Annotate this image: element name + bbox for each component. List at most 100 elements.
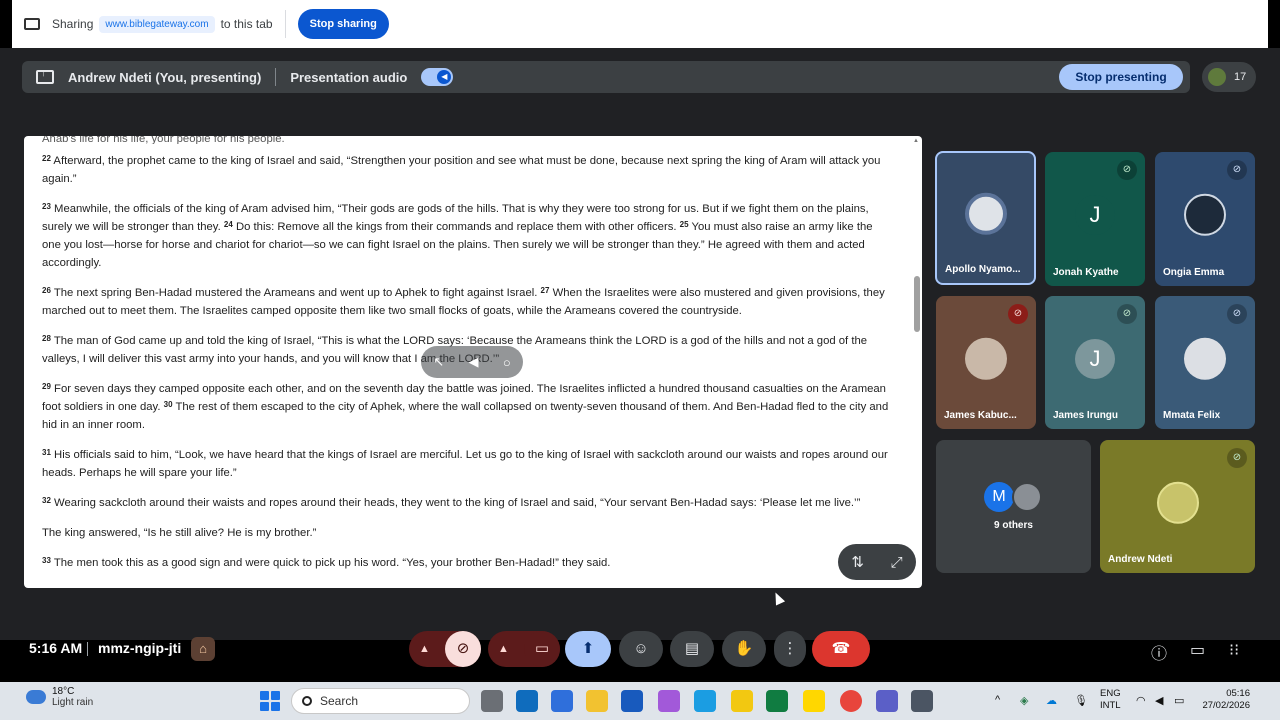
sticky-notes-icon[interactable] [803,690,825,712]
presentation-audio-label: Presentation audio [290,69,408,85]
mic-options-chevron-icon[interactable]: ▲ [419,631,430,667]
participant-name: Andrew Ndeti [1108,554,1173,565]
battery-icon[interactable]: ▭ [1174,694,1184,707]
stop-sharing-button[interactable]: Stop sharing [297,9,389,39]
verse-number: 32 [42,496,51,505]
circle-icon[interactable]: ○ [503,355,511,370]
presenter-name: Andrew Ndeti (You, presenting) [68,69,262,85]
presenting-bar: Andrew Ndeti (You, presenting) Presentat… [22,61,1190,93]
edge-icon[interactable] [694,690,716,712]
teams-icon[interactable] [876,690,898,712]
present-screen-icon: ⬆ [581,640,595,657]
participant-tile[interactable]: Apollo Nyamo... [935,151,1036,285]
mic-off-icon: ⊘ [1008,304,1028,324]
mic-off-icon: ⊘ [1227,304,1247,324]
onedrive-icon[interactable]: ☁ [1046,694,1057,707]
meeting-code: mmz-ngip-jti [98,640,182,656]
participant-name: Ongia Emma [1163,267,1225,278]
mic-off-icon: ⊘ [1227,448,1247,468]
divider [275,68,277,86]
reactions-button[interactable]: ☺ [619,631,663,667]
system-clock[interactable]: 05:16 27/02/2026 [1196,688,1250,712]
document-scrollbar[interactable] [914,276,920,332]
participant-tile[interactable]: ⊘ Mmata Felix [1155,296,1255,429]
speaker-icon: ◀ [437,70,452,84]
captions-button[interactable]: ▤ [670,631,714,667]
avatar [1184,193,1226,236]
verse-number: 24 [223,220,233,229]
present-screen-icon [36,68,54,84]
participant-tile[interactable]: ⊘ J James Irungu [1045,296,1145,429]
task-view-icon[interactable] [481,690,503,712]
shared-site: www.biblegateway.com [99,15,215,33]
present-button[interactable]: ⬆ [565,631,611,667]
weather-text: 18°C Light rain [52,686,93,708]
windows-start-icon[interactable] [260,691,280,711]
avatar [1012,482,1042,512]
verse-text: The king answered, “Is he still alive? H… [42,527,317,539]
participant-tile[interactable]: ⊘ Ongia Emma [1155,152,1255,286]
others-label: 9 others [994,520,1033,531]
outlook-icon[interactable] [516,690,538,712]
cast-icon [24,18,40,30]
verse-text: Afterward, the prophet came to the king … [42,155,881,185]
microphone-icon[interactable]: 🎙 [1074,694,1088,707]
presentation-audio-toggle[interactable]: ◀ [421,68,454,86]
show-hidden-icons-chevron-icon[interactable]: ^ [995,694,1000,706]
store-icon[interactable] [551,690,573,712]
participant-name: Mmata Felix [1163,410,1221,421]
speaker-icon[interactable]: ◀ [469,354,479,370]
taskbar-search[interactable]: Search [291,688,470,714]
chrome-icon[interactable] [840,690,862,712]
wifi-icon[interactable]: ◠ [1136,694,1146,707]
temperature: 18°C [52,686,75,697]
input-language[interactable]: ENG INTL [1100,688,1121,712]
participant-count: 17 [1234,71,1247,83]
participant-tile[interactable]: ⊘ James Kabuc... [936,296,1036,429]
leave-call-button[interactable]: ☎ [812,631,870,667]
raise-hand-button[interactable]: ✋ [722,631,766,667]
avatar: J [1075,195,1115,235]
chat-icon[interactable]: ▭ [1190,640,1205,660]
mic-toggle-button[interactable]: ⊘ [445,631,481,667]
snipping-tool-icon[interactable] [911,690,933,712]
power-bi-icon[interactable] [731,690,753,712]
pointer-icon[interactable]: ↖ [433,354,444,370]
hand-icon: ✋ [734,640,754,657]
participant-tile[interactable]: ⊘ Andrew Ndeti [1100,440,1255,573]
sharing-bar: Sharing www.biblegateway.com to this tab… [12,0,1268,48]
avatar [1184,337,1226,380]
scroll-up-arrow[interactable]: ▲ [913,138,919,144]
volume-icon[interactable]: ◀ [1155,694,1163,707]
others-tile[interactable]: M 9 others [936,440,1091,573]
camera-toggle-button[interactable]: ▭ [524,631,560,667]
language-code: ENG [1100,688,1121,699]
file-explorer-icon[interactable] [586,690,608,712]
network-app-icon[interactable]: ◈ [1020,694,1028,707]
stop-presenting-button[interactable]: Stop presenting [1059,64,1183,90]
excel-icon[interactable] [766,690,788,712]
others-avatars: M [984,482,1044,512]
camera-options-chevron-icon[interactable]: ▲ [498,631,509,667]
host-controls-icon[interactable]: ⌂ [191,637,215,661]
expand-icon[interactable]: ⤢ [891,554,903,571]
participant-tile[interactable]: ⊘ J Jonah Kyathe [1045,152,1145,286]
verse-number: 22 [42,154,51,163]
cut-off-line: Ahab's life for his life, your people fo… [42,136,285,144]
verse-paragraph: 33 The men took this as a good sign and … [42,554,894,572]
activities-icon[interactable]: ⁝⁝ [1229,640,1239,660]
swap-icon[interactable]: ⇅ [851,553,864,571]
to-tab-label: to this tab [220,17,273,31]
word-icon[interactable] [621,690,643,712]
verse-text: Wearing sackcloth around their waists an… [54,497,861,509]
hang-up-icon: ☎ [831,640,851,657]
meeting-info-icon[interactable]: ⓘ [1151,640,1167,664]
participants-chip[interactable]: 17 [1202,62,1256,92]
verse-number: 23 [42,202,51,211]
weather-widget[interactable]: 18°C Light rain [26,686,93,708]
more-options-button[interactable]: ⋮ [774,631,806,667]
verse-paragraph: 26 The next spring Ben-Hadad mustered th… [42,284,894,320]
participant-avatars [1208,68,1226,86]
verse-text: Do this: Remove all the kings from their… [235,221,677,233]
copilot-icon[interactable] [658,690,680,712]
